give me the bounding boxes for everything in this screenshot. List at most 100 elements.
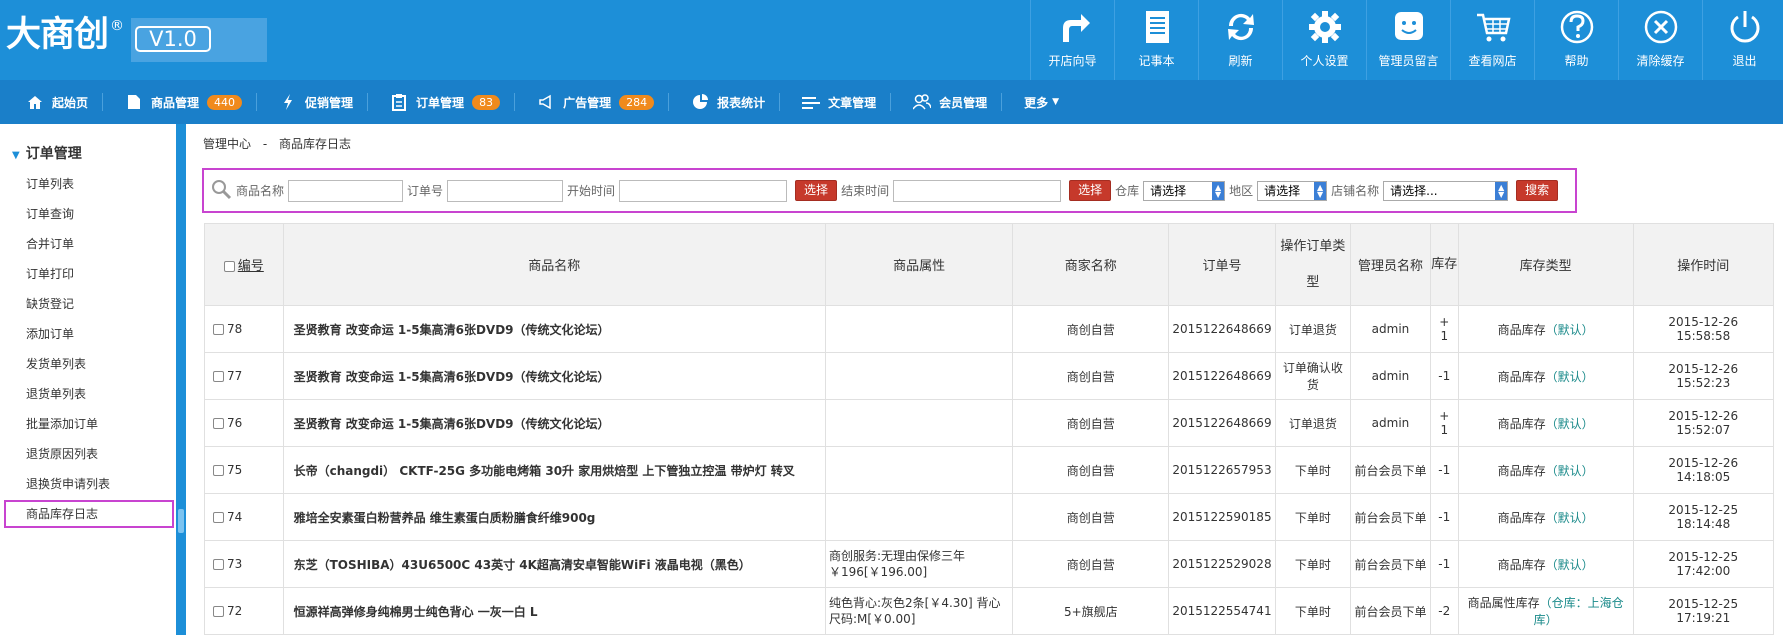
cell-stock: -2 <box>1429 587 1459 635</box>
op-date: 2015-12-26 <box>1668 315 1739 329</box>
row-checkbox[interactable] <box>213 512 224 523</box>
cell-stock-type: 商品库存（默认） <box>1457 305 1634 353</box>
table-row: 72 恒源祥高弹修身纯棉男士纯色背心 一灰一白 L 纯色背心:灰色2条[￥4.30]… <box>204 587 1775 635</box>
cell-order-no: 2015122554741 <box>1168 587 1276 635</box>
close-circle-icon <box>1644 10 1677 44</box>
triangle-down-icon: ▼ <box>12 150 20 161</box>
sidebar-title[interactable]: ▼ 订单管理 <box>12 143 82 163</box>
row-checkbox[interactable] <box>213 465 224 476</box>
table-row: 74 雅培全安素蛋白粉营养品 维生素蛋白质粉膳食纤维900g 商创自营 2015122… <box>204 493 1775 541</box>
search-button[interactable]: 搜索 <box>1516 180 1559 201</box>
warehouse-link[interactable]: （默认） <box>1546 558 1594 572</box>
sidebar-item-return-reasons[interactable]: 退货原因列表 <box>26 445 98 462</box>
header-op-type: 操作订单类型 <box>1274 223 1352 306</box>
order-no-input[interactable] <box>447 179 564 202</box>
end-time-input[interactable] <box>893 179 1062 202</box>
row-id: 72 <box>227 604 243 618</box>
menu-articles[interactable]: 文章管理 <box>802 80 876 124</box>
topnav-admin-message[interactable]: 管理员留言 <box>1366 0 1450 80</box>
warehouse-link[interactable]: （默认） <box>1546 370 1594 384</box>
menu-more[interactable]: 更多 ▼ <box>1024 80 1059 124</box>
cell-admin: 前台会员下单 <box>1350 493 1431 541</box>
op-date: 2015-12-25 <box>1668 503 1739 517</box>
warehouse-label: 仓库 <box>1115 184 1140 198</box>
region-select[interactable]: 请选择 ▲ ▼ <box>1257 180 1328 201</box>
cell-order-no: 2015122529028 <box>1168 540 1276 588</box>
cell-stock: + 1 <box>1429 305 1459 353</box>
start-time-input[interactable] <box>619 179 788 202</box>
end-time-select-button[interactable]: 选择 <box>1069 180 1112 201</box>
sidebar-item-exchange-requests[interactable]: 退换货申请列表 <box>26 475 110 492</box>
menu-divider <box>256 93 258 111</box>
goods-name-input[interactable] <box>288 179 404 202</box>
menu-reports[interactable]: 报表统计 <box>691 80 765 124</box>
breadcrumb-root[interactable]: 管理中心 <box>203 137 251 151</box>
topnav-refresh[interactable]: 刷新 <box>1198 0 1282 80</box>
row-checkbox[interactable] <box>213 606 224 617</box>
topnav-label: 刷新 <box>1228 54 1253 68</box>
menu-home[interactable]: 起始页 <box>26 80 88 124</box>
sidebar-item-order-list[interactable]: 订单列表 <box>26 175 74 192</box>
warehouse-link[interactable]: （默认） <box>1546 511 1594 525</box>
topnav-notepad[interactable]: 记事本 <box>1114 0 1198 80</box>
menu-label: 商品管理 <box>151 95 200 110</box>
warehouse-value: 请选择 <box>1150 184 1187 198</box>
sidebar-item-print-order[interactable]: 订单打印 <box>26 265 74 282</box>
op-time: 17:42:00 <box>1676 564 1731 578</box>
sidebar-item-delivery-list[interactable]: 发货单列表 <box>26 355 86 372</box>
cell-admin: admin <box>1350 399 1431 447</box>
row-checkbox[interactable] <box>213 371 224 382</box>
collapse-handle[interactable] <box>178 509 184 533</box>
cell-goods-attr <box>824 352 1014 400</box>
topnav-help[interactable]: 帮助 <box>1534 0 1618 80</box>
row-id: 74 <box>227 510 243 524</box>
cell-op-type: 下单时 <box>1274 446 1352 494</box>
folder-icon <box>125 93 143 111</box>
topnav-logout[interactable]: 退出 <box>1702 0 1783 80</box>
topnav-wizard[interactable]: 开店向导 <box>1030 0 1114 80</box>
warehouse-select[interactable]: 请选择 ▲ ▼ <box>1143 180 1226 201</box>
cell-shop-name: 商创自营 <box>1012 352 1170 400</box>
ads-count-badge: 284 <box>619 94 655 110</box>
sort-by-id-link[interactable]: 编号 <box>238 259 264 274</box>
topnav-view-shop[interactable]: 查看网店 <box>1450 0 1534 80</box>
cell-order-no: 2015122648669 <box>1168 305 1276 353</box>
cell-admin: admin <box>1350 352 1431 400</box>
message-icon <box>1394 12 1423 40</box>
select-all-checkbox[interactable] <box>223 261 235 272</box>
sidebar-item-stock-log[interactable]: 商品库存日志 <box>26 505 98 522</box>
warehouse-link[interactable]: （默认） <box>1546 464 1594 478</box>
header-id[interactable]: 编号 <box>204 223 284 306</box>
menu-promotion[interactable]: 促销管理 <box>279 80 353 124</box>
row-checkbox[interactable] <box>213 324 224 335</box>
header-stock: 库存 <box>1429 223 1459 306</box>
brand-name: 大商创 <box>6 15 109 55</box>
menu-goods[interactable]: 商品管理 440 <box>125 80 243 124</box>
menu-orders[interactable]: 订单管理 83 <box>390 80 501 124</box>
warehouse-link[interactable]: （仓库：上海仓库） <box>1534 596 1624 627</box>
sidebar-item-stockout[interactable]: 缺货登记 <box>26 295 74 312</box>
start-time-select-button[interactable]: 选择 <box>795 180 838 201</box>
sidebar-item-add-order[interactable]: 添加订单 <box>26 325 74 342</box>
cell-shop-name: 商创自营 <box>1012 305 1170 353</box>
warehouse-link[interactable]: （默认） <box>1546 417 1594 431</box>
topnav-clear-cache[interactable]: 清除缓存 <box>1618 0 1702 80</box>
sidebar-splitter[interactable] <box>176 124 186 635</box>
table-row: 77 圣贤教育 改变命运 1-5集高清6张DVD9（传统文化论坛） 商创自营 2015… <box>204 352 1775 400</box>
sidebar-item-return-list[interactable]: 退货单列表 <box>26 385 86 402</box>
header-order-no: 订单号 <box>1168 223 1276 306</box>
menu-members[interactable]: 会员管理 <box>913 80 987 124</box>
menu-ads[interactable]: 广告管理 284 <box>537 80 655 124</box>
menu-label: 会员管理 <box>939 95 988 110</box>
sidebar-item-merge-order[interactable]: 合并订单 <box>26 235 74 252</box>
sidebar-item-batch-add[interactable]: 批量添加订单 <box>26 415 98 432</box>
power-icon <box>1730 11 1759 43</box>
sidebar-item-order-query[interactable]: 订单查询 <box>26 205 74 222</box>
shop-select[interactable]: 请选择... ▲ ▼ <box>1383 180 1509 201</box>
cell-id: 73 <box>204 540 284 588</box>
logo[interactable]: 大商创 ® V1.0 <box>0 0 268 80</box>
row-checkbox[interactable] <box>213 559 224 570</box>
warehouse-link[interactable]: （默认） <box>1546 323 1594 337</box>
row-checkbox[interactable] <box>213 418 224 429</box>
topnav-settings[interactable]: 个人设置 <box>1282 0 1366 80</box>
